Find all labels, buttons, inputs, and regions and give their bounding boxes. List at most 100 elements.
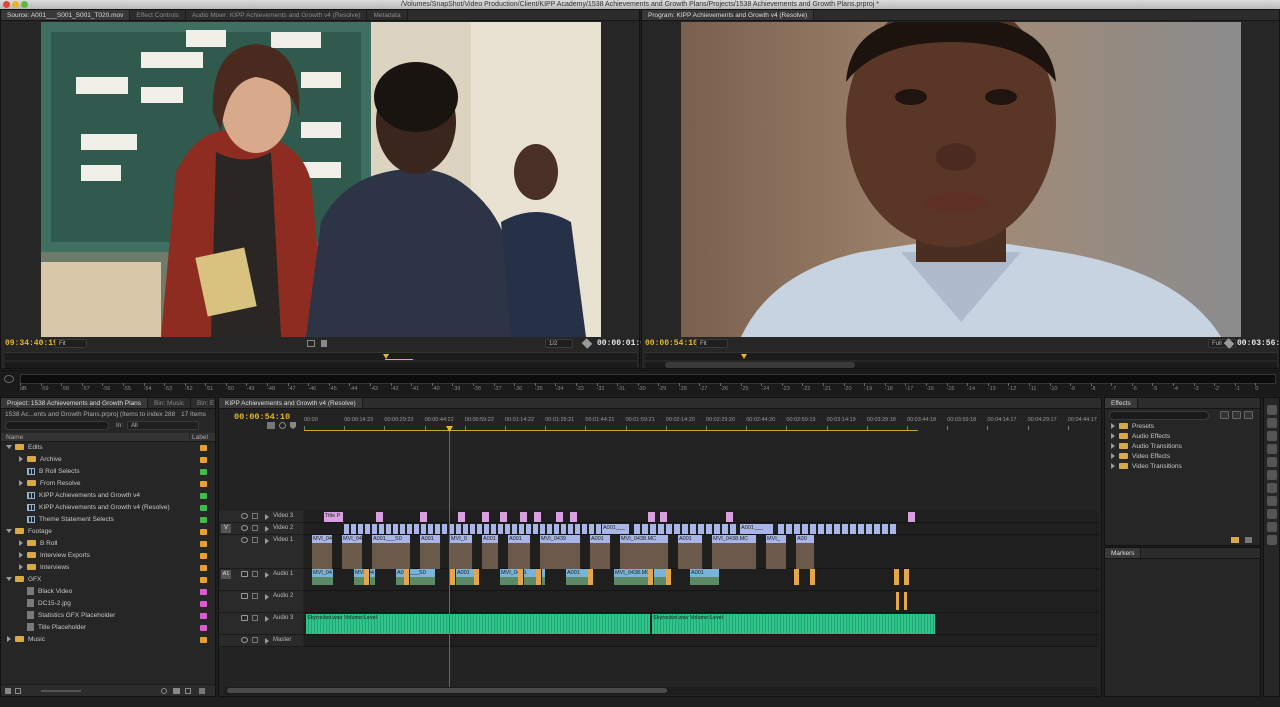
audio-marker-clip[interactable] xyxy=(450,569,456,585)
pen-tool-icon[interactable] xyxy=(1266,509,1277,519)
label-color-swatch[interactable] xyxy=(200,613,207,619)
label-color-swatch[interactable] xyxy=(200,541,207,547)
list-item[interactable]: KIPP Achievements and Growth v4 (Resolve… xyxy=(1,502,215,514)
lock-icon[interactable] xyxy=(252,593,258,599)
broll-clip[interactable] xyxy=(818,524,825,534)
broll-clip[interactable] xyxy=(582,524,588,534)
chevron-right-icon[interactable] xyxy=(19,552,23,559)
broll-clip[interactable] xyxy=(463,524,469,534)
video-clip[interactable]: MVI_0438.MC xyxy=(620,535,669,569)
broll-clip[interactable] xyxy=(706,524,713,534)
label-color-swatch[interactable] xyxy=(200,517,207,523)
track-header-video3[interactable]: Video 3 xyxy=(219,511,303,523)
speaker-icon[interactable] xyxy=(241,615,248,621)
eye-icon[interactable] xyxy=(241,537,248,543)
list-view-icon[interactable] xyxy=(5,688,11,694)
32bit-effects-icon[interactable] xyxy=(1232,411,1241,419)
yuv-effects-icon[interactable] xyxy=(1244,411,1253,419)
source-scrubber[interactable] xyxy=(5,352,637,360)
title-clip[interactable] xyxy=(908,512,916,522)
track-lane-audio3[interactable]: Skyrocket.wav Volume:Level Skyrocket.wav … xyxy=(304,613,1099,635)
broll-clip[interactable] xyxy=(642,524,649,534)
broll-clip[interactable] xyxy=(722,524,729,534)
label-color-swatch[interactable] xyxy=(200,457,207,463)
label-color-swatch[interactable] xyxy=(200,637,207,643)
broll-clip[interactable] xyxy=(470,524,476,534)
lock-icon[interactable] xyxy=(252,637,258,643)
list-item[interactable]: B Roll Selects xyxy=(1,466,215,478)
audio-clip[interactable] xyxy=(904,592,908,610)
broll-clip[interactable] xyxy=(714,524,721,534)
chevron-right-icon[interactable] xyxy=(7,636,11,643)
broll-clip[interactable] xyxy=(379,524,385,534)
program-zoom-bar[interactable] xyxy=(645,362,1277,368)
broll-clip[interactable] xyxy=(512,524,518,534)
audio-clip[interactable] xyxy=(896,592,900,610)
broll-clip[interactable] xyxy=(505,524,511,534)
chevron-right-icon[interactable] xyxy=(19,564,23,571)
tab-effect-controls[interactable]: Effect Controls xyxy=(130,10,186,20)
effects-folder[interactable]: Audio Effects xyxy=(1111,432,1257,442)
broll-clip[interactable] xyxy=(786,524,793,534)
title-clip[interactable] xyxy=(570,512,578,522)
label-color-swatch[interactable] xyxy=(200,481,207,487)
program-fit-dropdown[interactable]: Fit xyxy=(696,339,728,348)
broll-clip[interactable] xyxy=(365,524,371,534)
add-marker-icon[interactable] xyxy=(290,422,296,429)
music-clip[interactable]: Skyrocket.wav Volume:Level xyxy=(306,614,651,634)
lock-icon[interactable] xyxy=(252,537,258,543)
zoom-slider[interactable] xyxy=(41,690,81,692)
label-color-swatch[interactable] xyxy=(200,577,207,583)
source-zoom-bar[interactable] xyxy=(5,362,637,368)
broll-clip[interactable] xyxy=(568,524,574,534)
effects-search-input[interactable] xyxy=(1109,411,1209,420)
chevron-right-icon[interactable] xyxy=(265,616,269,622)
broll-clip[interactable] xyxy=(421,524,427,534)
broll-clip[interactable] xyxy=(526,524,532,534)
razor-tool-icon[interactable] xyxy=(1266,470,1277,480)
icon-view-icon[interactable] xyxy=(15,688,21,694)
list-item[interactable]: Interviews xyxy=(1,562,215,574)
music-clip[interactable]: Skyrocket.wav Volume:Level xyxy=(652,614,936,634)
broll-clip[interactable] xyxy=(674,524,681,534)
label-color-swatch[interactable] xyxy=(200,565,207,571)
track-select-tool-icon[interactable] xyxy=(1266,418,1277,428)
program-playhead-icon[interactable] xyxy=(741,354,747,359)
list-item[interactable]: Statistics GFX Placeholder xyxy=(1,610,215,622)
program-zoom-handle[interactable] xyxy=(665,362,855,368)
slide-tool-icon[interactable] xyxy=(1266,496,1277,506)
timeline-ruler[interactable]: 00:00 00:00:14:23 00:00:29:23 00:00:44:22 00… xyxy=(304,414,1099,434)
broll-clip[interactable] xyxy=(484,524,490,534)
broll-clip[interactable] xyxy=(414,524,420,534)
video-clip[interactable]: A001___S0 xyxy=(372,535,411,569)
broll-clip[interactable] xyxy=(400,524,406,534)
audio-marker-clip[interactable] xyxy=(810,569,816,585)
title-clip[interactable] xyxy=(500,512,508,522)
broll-clip[interactable] xyxy=(730,524,737,534)
title-clip[interactable] xyxy=(458,512,466,522)
list-item[interactable]: Black Video xyxy=(1,586,215,598)
list-item[interactable]: Music xyxy=(1,634,215,646)
video-clip[interactable]: A001 xyxy=(508,535,531,569)
video-clip[interactable]: A001 xyxy=(678,535,703,569)
audio-marker-clip[interactable] xyxy=(588,569,594,585)
label-color-swatch[interactable] xyxy=(200,493,207,499)
title-clip[interactable] xyxy=(420,512,428,522)
audio-marker-clip[interactable] xyxy=(518,569,524,585)
audio-clip[interactable]: A001___S0 xyxy=(396,569,436,585)
broll-clip[interactable] xyxy=(810,524,817,534)
zoom-tool-icon[interactable] xyxy=(1266,535,1277,545)
audio-marker-clip[interactable] xyxy=(364,569,370,585)
title-clip[interactable] xyxy=(556,512,564,522)
tab-bin-e[interactable]: Bin: E xyxy=(191,398,215,408)
slip-tool-icon[interactable] xyxy=(1266,483,1277,493)
timeline-playhead[interactable] xyxy=(446,426,453,690)
timeline-scrollbar[interactable] xyxy=(225,687,1097,695)
title-clip[interactable] xyxy=(534,512,542,522)
broll-clip[interactable] xyxy=(372,524,378,534)
label-color-swatch[interactable] xyxy=(200,553,207,559)
column-name[interactable]: Name xyxy=(6,433,23,442)
chevron-right-icon[interactable] xyxy=(265,572,269,578)
chevron-right-icon[interactable] xyxy=(265,538,269,544)
source-settings-icon[interactable] xyxy=(307,340,315,347)
